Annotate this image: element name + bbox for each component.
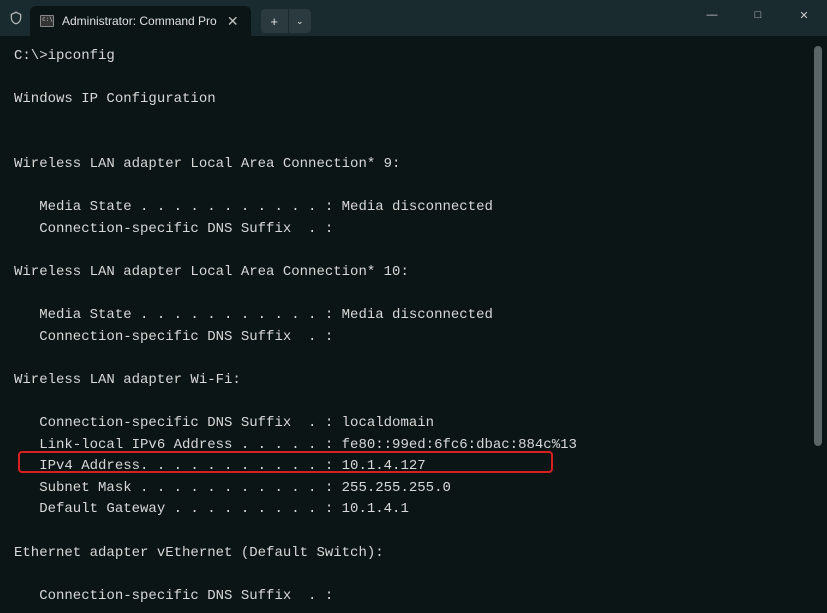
adapter-title: Wireless LAN adapter Local Area Connecti… [14,262,813,284]
tab-title: Administrator: Command Pro [62,14,217,28]
shield-icon [8,10,24,26]
new-tab-group: + ⌄ [261,9,311,33]
minimize-button[interactable]: — [689,0,735,30]
output-line: Media State . . . . . . . . . . . : Medi… [14,197,813,219]
cmd-icon [40,15,54,27]
output-line: Connection-specific DNS Suffix . : [14,586,813,603]
output-line: Subnet Mask . . . . . . . . . . . : 255.… [14,478,813,500]
new-tab-button[interactable]: + [261,9,289,33]
tab-dropdown-button[interactable]: ⌄ [289,9,311,33]
output-line: Connection-specific DNS Suffix . : [14,219,813,241]
output-line-gateway: Default Gateway . . . . . . . . . : 10.1… [14,499,813,521]
prompt-line: C:\>ipconfig [14,46,813,68]
output-line: Media State . . . . . . . . . . . : Medi… [14,305,813,327]
terminal-content: C:\>ipconfig Windows IP Configuration Wire… [14,46,813,603]
output-line: Connection-specific DNS Suffix . : local… [14,413,813,435]
maximize-button[interactable]: □ [735,0,781,30]
adapter-title: Wireless LAN adapter Wi-Fi: [14,370,813,392]
scrollbar[interactable] [813,46,823,603]
scrollbar-thumb[interactable] [814,46,822,446]
close-window-button[interactable]: ✕ [781,0,827,30]
output-line: IPv4 Address. . . . . . . . . . . : 10.1… [14,456,813,478]
adapter-title: Wireless LAN adapter Local Area Connecti… [14,154,813,176]
output-line: Connection-specific DNS Suffix . : [14,327,813,349]
window-controls: — □ ✕ [689,0,827,36]
terminal-area[interactable]: C:\>ipconfig Windows IP Configuration Wire… [0,36,827,613]
adapter-title: Ethernet adapter vEthernet (Default Swit… [14,543,813,565]
close-tab-button[interactable]: ✕ [225,13,241,29]
titlebar: Administrator: Command Pro ✕ + ⌄ — □ ✕ [0,0,827,36]
output-line: Link-local IPv6 Address . . . . . : fe80… [14,435,813,457]
output-header: Windows IP Configuration [14,89,813,111]
active-tab[interactable]: Administrator: Command Pro ✕ [30,6,251,36]
